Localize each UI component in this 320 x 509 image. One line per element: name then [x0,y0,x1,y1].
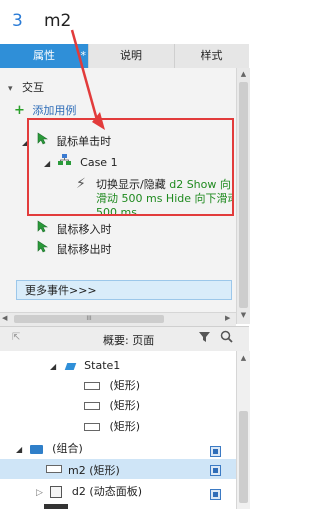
tree-item-label: (矩形) [109,399,141,412]
vertical-scrollbar[interactable]: ▲ ▼ [236,68,250,324]
horizontal-scrollbar[interactable]: ◀ III ▶ [0,312,236,326]
tree-item-rect[interactable]: (矩形) [84,417,140,437]
triangle-down-icon[interactable]: ◢ [16,445,22,454]
visibility-checkbox[interactable] [210,465,221,476]
scroll-left-icon[interactable]: ◀ [2,314,7,322]
rectangle-icon [84,423,100,431]
rectangle-icon [46,465,62,473]
outline-tree: ◢ State1 (矩形) (矩形) (矩形) ◢ (组合) m2 (矩形) ▷… [0,351,236,509]
rectangle-icon [84,402,100,410]
tree-item-label: (矩形) [109,420,141,433]
outline-header: ⇱ 概要: 页面 [0,326,249,352]
scroll-up-icon[interactable]: ▲ [238,354,249,362]
tree-item-label: m2 (矩形) [68,464,120,477]
scroll-down-icon[interactable]: ▼ [238,311,249,320]
search-icon[interactable] [220,330,233,346]
folder-icon [29,444,43,454]
tree-item-label: State1 [84,359,121,372]
tree-item-m2-selected[interactable]: m2 (矩形) [0,459,236,479]
tree-item-rect[interactable]: (矩形) [84,376,140,396]
scroll-right-icon[interactable]: ▶ [225,314,230,322]
tree-item-label: (矩形) [109,379,141,392]
tree-item-d2[interactable]: ▷ d2 (动态面板) [36,482,142,502]
rectangle-icon [84,382,100,390]
triangle-down-icon[interactable]: ◢ [50,362,56,371]
scroll-up-icon[interactable]: ▲ [238,70,249,79]
collapse-icon[interactable]: ⇱ [12,332,20,343]
tree-item-state1[interactable]: ◢ State1 [50,356,120,376]
triangle-right-icon[interactable]: ▷ [36,488,43,498]
filter-icon[interactable] [198,331,211,346]
outline-title: 概要: 页面 [103,334,155,347]
visibility-checkbox[interactable] [210,489,221,500]
outline-scrollbar[interactable]: ▲ [236,351,250,509]
scroll-grip: III [86,315,92,322]
tree-item-group[interactable]: ◢ (组合) [16,439,83,459]
state-icon [64,362,76,370]
tree-item-label: d2 (动态面板) [71,485,142,498]
outline-scrollbar-thumb[interactable] [239,411,248,503]
visibility-checkbox[interactable] [210,446,221,457]
tree-item-rect[interactable]: (矩形) [84,396,140,416]
hscrollbar-thumb[interactable]: III [14,315,164,323]
partial-row-icon [44,504,68,509]
dynamic-panel-icon [50,486,63,498]
tree-item-label: (组合) [52,442,83,455]
scrollbar-thumb[interactable] [239,82,248,308]
